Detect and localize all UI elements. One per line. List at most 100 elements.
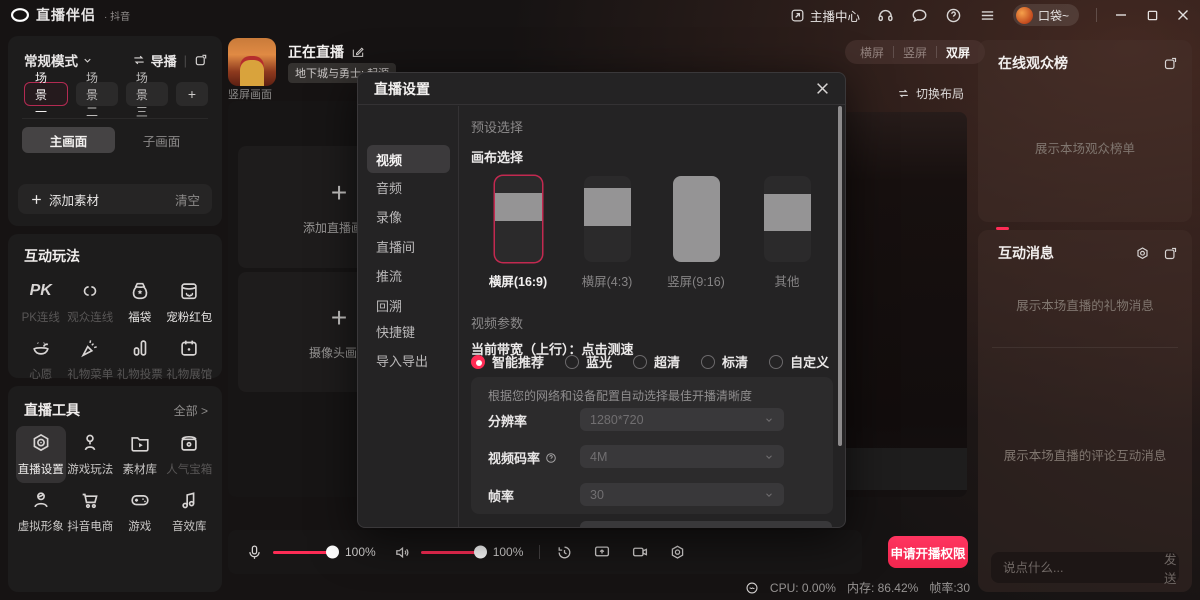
settings-gear-icon[interactable] [669, 544, 686, 561]
mode-selector[interactable]: 常规模式 [24, 50, 93, 70]
tool-game-play[interactable]: 游戏玩法 [66, 426, 116, 483]
popout-icon[interactable] [1163, 246, 1178, 261]
canvas-section-label: 画布选择 [471, 147, 523, 166]
messages-panel-title: 互动消息 [998, 243, 1054, 263]
tab-sub-view[interactable]: 子画面 [115, 127, 208, 153]
speaker-volume-value: 100% [493, 545, 524, 559]
tool-ecommerce[interactable]: 抖音电商 [66, 483, 116, 540]
interact-item-gift-menu[interactable]: 礼物菜单 [66, 331, 116, 388]
tab-main-view[interactable]: 主画面 [22, 127, 115, 153]
dialog-tab-import-export[interactable]: 导入导出 [376, 351, 428, 370]
live-settings-dialog: 直播设置 视频 音频 录像 直播间 推流 回溯 快捷键 导入导出 预设选择 画布… [357, 72, 846, 528]
smart-recommend-panel: 根据您的网络和设备配置自动选择最佳开播清晰度 分辨率 1280*720 视频码率… [471, 377, 833, 514]
gift-vote-icon [129, 337, 151, 359]
interact-item-audience-link[interactable]: 观众连线 [66, 274, 116, 331]
tool-live-settings[interactable]: 直播设置 [16, 426, 66, 483]
memory-stat: 内存: 86.42% [847, 579, 918, 596]
clear-button[interactable]: 清空 [175, 190, 200, 209]
quality-smart[interactable]: 智能推荐 [471, 352, 544, 371]
dialog-tab-push[interactable]: 推流 [376, 266, 402, 285]
stream-cover-image [228, 38, 276, 86]
interact-item-gift-vote[interactable]: 礼物投票 [115, 331, 165, 388]
bitrate-label: 视频码率 [488, 448, 557, 467]
send-button[interactable]: 发送 [1164, 549, 1177, 587]
tools-title: 直播工具 [24, 400, 80, 420]
popout-icon[interactable] [1163, 56, 1178, 71]
help-icon[interactable] [945, 7, 962, 24]
framerate-select[interactable]: 30 [580, 483, 784, 506]
interact-item-pk[interactable]: PK PK连线 [16, 274, 66, 331]
tool-material-lib[interactable]: 素材库 [115, 426, 165, 483]
speaker-volume-slider[interactable] [421, 551, 483, 554]
app-logo-icon [10, 7, 30, 23]
tool-game[interactable]: 游戏 [115, 483, 165, 540]
help-circle-icon[interactable] [545, 452, 557, 464]
quality-bluray[interactable]: 蓝光 [565, 352, 612, 371]
screen-share-icon[interactable] [593, 543, 611, 561]
view-tabs: 主画面 子画面 [22, 118, 208, 153]
tool-popularity-box[interactable]: 人气宝箱 [165, 426, 215, 483]
director-button[interactable]: 导播 | [132, 51, 208, 70]
resolution-select[interactable]: 1280*720 [580, 408, 784, 431]
dialog-sidebar: 视频 音频 录像 直播间 推流 回溯 快捷键 导入导出 [358, 106, 459, 527]
canvas-option-16-9[interactable]: 横屏(16:9) [474, 176, 562, 290]
slider-knob[interactable] [474, 546, 487, 559]
dialog-tab-record[interactable]: 录像 [376, 207, 402, 226]
main-menu-icon[interactable] [979, 7, 996, 24]
mode-portrait[interactable]: 竖屏 [894, 44, 936, 61]
apply-broadcast-permission-button[interactable]: 申请开播权限 [888, 536, 968, 568]
camera-icon[interactable] [631, 543, 649, 561]
quality-custom[interactable]: 自定义 [769, 352, 829, 371]
dialog-tab-video[interactable]: 视频 [367, 145, 450, 173]
close-button[interactable] [1176, 9, 1190, 21]
interact-item-red-packet[interactable]: 宠粉红包 [165, 274, 215, 331]
quality-standard[interactable]: 标清 [701, 352, 748, 371]
interact-item-gift-hall[interactable]: 礼物展馆 [165, 331, 215, 388]
canvas-option-other[interactable]: 其他 [743, 176, 831, 290]
user-account-button[interactable]: 口袋~ [1013, 4, 1079, 26]
radio [633, 355, 647, 369]
dialog-tab-room[interactable]: 直播间 [376, 237, 415, 256]
dialog-tab-replay[interactable]: 回溯 [376, 296, 402, 315]
tool-sound-lib[interactable]: 音效库 [165, 483, 215, 540]
canvas-option-4-3[interactable]: 横屏(4:3) [563, 176, 651, 290]
add-material-button[interactable]: 添加素材 [49, 190, 99, 209]
scene-tab-3[interactable]: 场景三 [126, 82, 168, 106]
quality-ultra[interactable]: 超清 [633, 352, 680, 371]
microphone-icon[interactable] [246, 544, 263, 561]
scene-tab-1[interactable]: 场景一 [24, 82, 68, 106]
speaker-icon[interactable] [394, 544, 411, 561]
mic-volume-slider[interactable] [273, 551, 335, 554]
chevron-down-icon [82, 55, 93, 66]
feedback-icon[interactable] [911, 7, 928, 24]
add-scene-button[interactable]: + [176, 82, 208, 106]
audience-placeholder: 展示本场观众榜单 [978, 138, 1192, 157]
interact-item-wish[interactable]: 心愿 [16, 331, 66, 388]
radio [565, 355, 579, 369]
customer-service-icon[interactable] [877, 7, 894, 24]
tool-virtual-avatar[interactable]: 虚拟形象 [16, 483, 66, 540]
popout-icon[interactable] [194, 53, 208, 67]
edit-icon[interactable] [351, 45, 365, 59]
plus-icon: + [331, 304, 347, 332]
bitrate-select[interactable]: 4M [580, 445, 784, 468]
live-status-label: 正在直播 [288, 42, 344, 62]
replay-icon[interactable] [556, 544, 573, 561]
maximize-button[interactable] [1145, 10, 1159, 21]
dialog-scrollbar[interactable] [838, 106, 842, 446]
anchor-center-button[interactable]: 主播中心 [790, 6, 860, 25]
minimize-button[interactable] [1114, 9, 1128, 21]
interact-item-lucky-bag[interactable]: 福袋 [115, 274, 165, 331]
mode-landscape[interactable]: 横屏 [851, 44, 893, 61]
dialog-tab-hotkeys[interactable]: 快捷键 [376, 322, 415, 341]
dialog-close-icon[interactable] [816, 82, 829, 95]
mode-dual[interactable]: 双屏 [937, 44, 979, 61]
canvas-option-9-16[interactable]: 竖屏(9:16) [652, 176, 740, 290]
chat-input[interactable] [1003, 561, 1164, 575]
messages-settings-icon[interactable] [1135, 246, 1150, 261]
switch-layout-button[interactable]: 切换布局 [897, 85, 964, 102]
slider-knob[interactable] [326, 546, 339, 559]
tools-all-link[interactable]: 全部 > [174, 402, 208, 419]
dialog-tab-audio[interactable]: 音频 [376, 178, 402, 197]
scene-tab-2[interactable]: 场景二 [76, 82, 118, 106]
